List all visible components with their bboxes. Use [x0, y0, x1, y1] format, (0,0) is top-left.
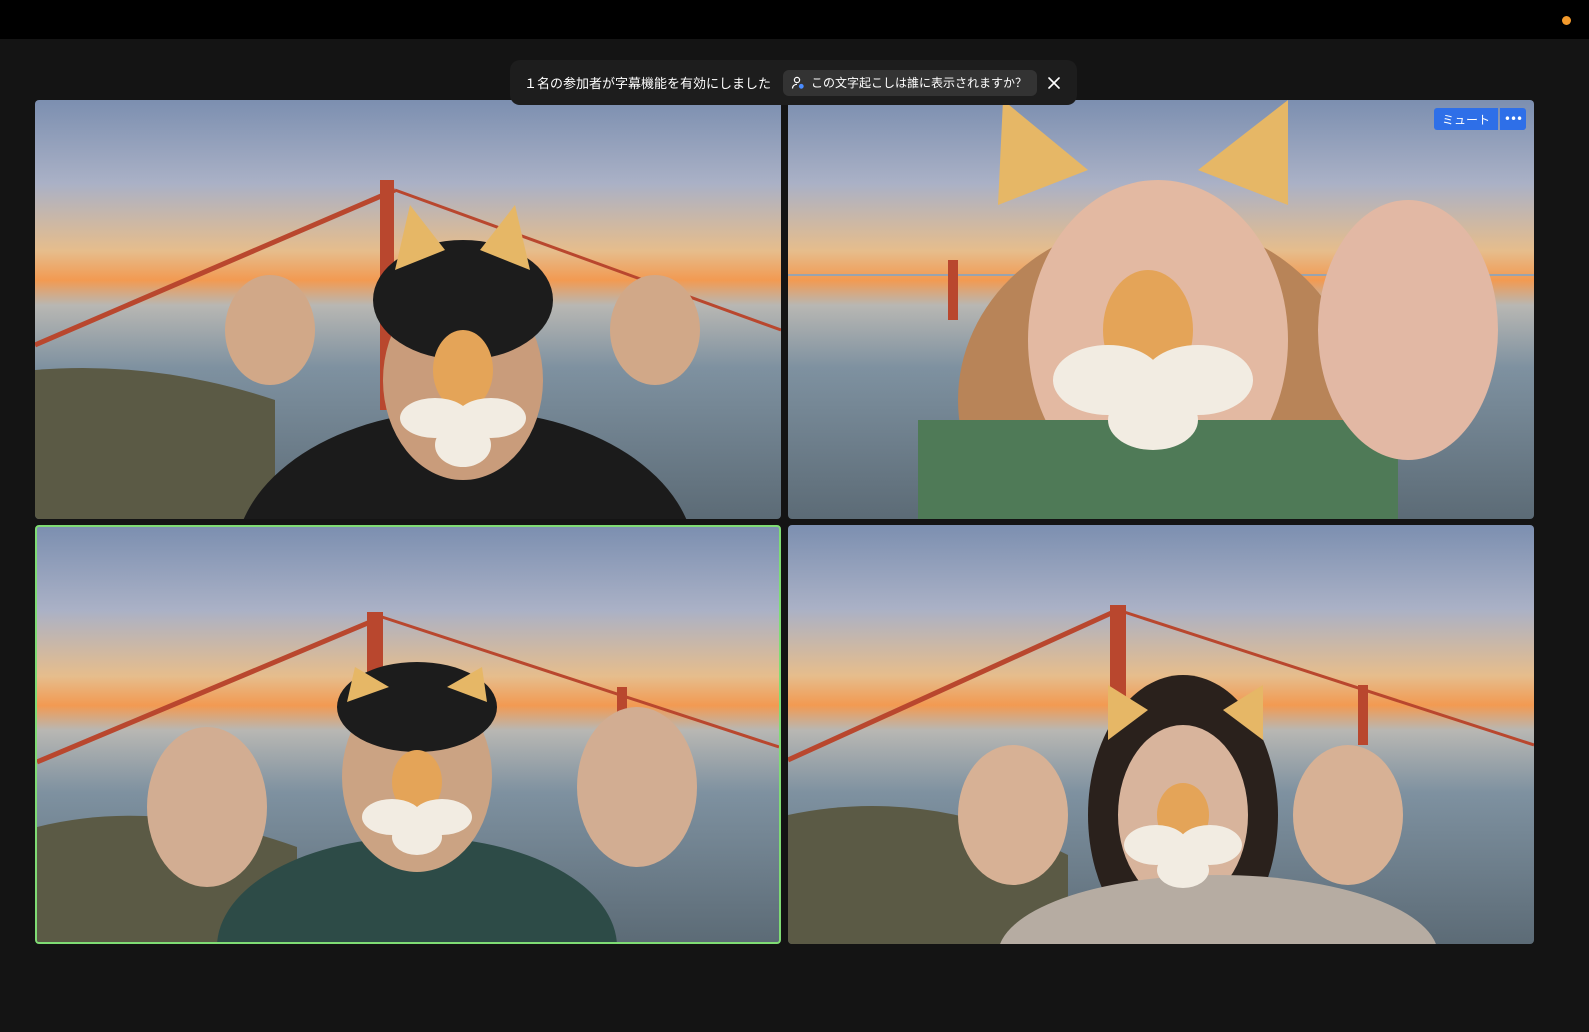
- more-icon: •••: [1503, 112, 1523, 126]
- status-dot: [1562, 16, 1571, 25]
- participant-video: [788, 100, 1534, 519]
- participant-video: [788, 605, 1534, 944]
- close-button[interactable]: [1043, 72, 1065, 94]
- caption-notification-banner: １名の参加者が字幕機能を有効にしました この文字起こしは誰に表示されますか？: [510, 60, 1077, 105]
- participant-video: [35, 180, 781, 519]
- top-bar: [0, 0, 1589, 39]
- person-icon: [791, 76, 804, 89]
- close-icon: [1048, 76, 1060, 89]
- participant-video: [37, 612, 779, 942]
- more-options-button[interactable]: •••: [1500, 108, 1526, 130]
- video-tile-bottom-left-active-speaker[interactable]: [35, 525, 781, 944]
- transcript-visibility-label: この文字起こしは誰に表示されますか？: [811, 76, 1028, 90]
- mute-button[interactable]: ミュート: [1433, 108, 1498, 130]
- transcript-visibility-button[interactable]: この文字起こしは誰に表示されますか？: [783, 69, 1038, 96]
- video-tile-top-right[interactable]: ミュート •••: [788, 100, 1534, 519]
- video-tile-bottom-right[interactable]: [788, 525, 1534, 944]
- caption-message: １名の参加者が字幕機能を有効にしました: [524, 77, 772, 92]
- video-tile-top-left[interactable]: [35, 100, 781, 519]
